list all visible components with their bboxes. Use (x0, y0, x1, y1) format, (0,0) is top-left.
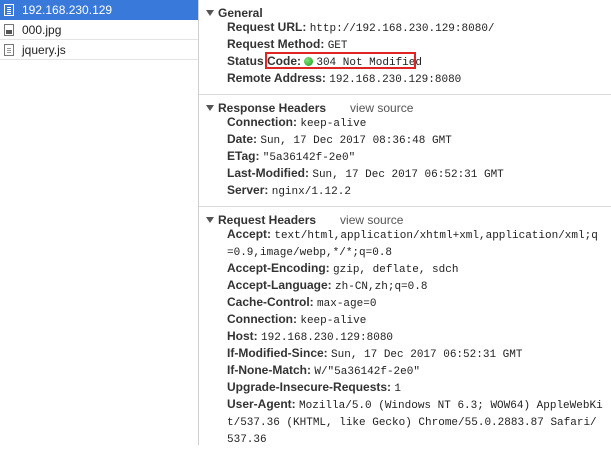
request-item-document[interactable]: 192.168.230.129 (0, 0, 198, 20)
header-key: Accept-Language: (227, 278, 332, 292)
highlight-box (265, 52, 416, 69)
response-headers-section: Response Headers view source Connection:… (199, 95, 611, 207)
header-key: Connection: (227, 312, 297, 326)
headers-panel: General Request URL: http://192.168.230.… (199, 0, 611, 446)
header-key: Date: (227, 132, 258, 146)
header-row: Request URL: http://192.168.230.129:8080… (199, 20, 611, 37)
header-key: If-Modified-Since: (227, 346, 328, 360)
view-source-link[interactable]: view source (340, 213, 403, 227)
header-key: Server: (227, 183, 269, 197)
header-value: text/html,application/xhtml+xml,applicat… (227, 230, 598, 259)
request-headers-header[interactable]: Request Headers view source (199, 212, 611, 227)
response-headers-header[interactable]: Response Headers view source (199, 100, 611, 115)
section-title: Response Headers (218, 100, 327, 115)
request-item-image[interactable]: 000.jpg (0, 20, 198, 40)
header-value: Sun, 17 Dec 2017 06:52:31 GMT (312, 169, 504, 181)
request-list: 192.168.230.129 000.jpg jquery.js (0, 0, 199, 445)
status-code-row: Status Code: 304 Not Modified (199, 52, 611, 71)
header-row: Date: Sun, 17 Dec 2017 08:36:48 GMT (199, 132, 611, 149)
header-value: 192.168.230.129:8080 (261, 332, 394, 344)
header-value: max-age=0 (317, 298, 377, 310)
header-row: ETag: "5a36142f-2e0" (199, 149, 611, 166)
script-file-icon (4, 43, 14, 56)
header-value: W/"5a36142f-2e0" (314, 366, 420, 378)
request-name: jquery.js (22, 42, 66, 57)
header-row: Accept-Language: zh-CN,zh;q=0.8 (199, 278, 611, 295)
header-key: Connection: (227, 115, 297, 129)
header-row: Accept: text/html,application/xhtml+xml,… (199, 227, 611, 261)
header-key: ETag: (227, 149, 260, 163)
header-value: 192.168.230.129:8080 (329, 74, 462, 86)
header-row: If-Modified-Since: Sun, 17 Dec 2017 06:5… (199, 346, 611, 363)
header-row: Server: nginx/1.12.2 (199, 183, 611, 200)
triangle-down-icon (206, 216, 214, 223)
header-key: Accept-Encoding: (227, 261, 330, 275)
header-key: Last-Modified: (227, 166, 309, 180)
header-key: Host: (227, 329, 258, 343)
header-key: Cache-Control: (227, 295, 314, 309)
header-key: If-None-Match: (227, 363, 311, 377)
section-title: General (218, 5, 263, 20)
header-key: Request URL: (227, 20, 307, 34)
request-item-script[interactable]: jquery.js (0, 40, 198, 60)
request-name: 000.jpg (22, 22, 62, 37)
header-value: gzip, deflate, sdch (333, 264, 459, 276)
triangle-down-icon (206, 104, 214, 111)
header-row: Remote Address: 192.168.230.129:8080 (199, 71, 611, 88)
header-value: Sun, 17 Dec 2017 06:52:31 GMT (331, 349, 523, 361)
document-icon (4, 3, 14, 16)
header-key: Accept: (227, 227, 272, 241)
header-key: Upgrade-Insecure-Requests: (227, 380, 392, 394)
header-row: Connection: keep-alive (199, 115, 611, 132)
request-name: 192.168.230.129 (22, 2, 113, 17)
triangle-down-icon (206, 9, 214, 16)
header-key: Remote Address: (227, 71, 326, 85)
header-row: Host: 192.168.230.129:8080 (199, 329, 611, 346)
header-value: keep-alive (300, 315, 367, 327)
header-row: Upgrade-Insecure-Requests: 1 (199, 380, 611, 397)
header-value: GET (327, 40, 348, 52)
image-file-icon (4, 23, 14, 36)
header-value: keep-alive (300, 118, 367, 130)
header-value: nginx/1.12.2 (271, 186, 351, 198)
header-value: 1 (394, 383, 401, 395)
request-headers-section: Request Headers view source Accept: text… (199, 207, 611, 454)
section-title: Request Headers (218, 212, 317, 227)
header-value: http://192.168.230.129:8080/ (309, 23, 495, 35)
header-key: User-Agent: (227, 397, 296, 411)
header-row: Last-Modified: Sun, 17 Dec 2017 06:52:31… (199, 166, 611, 183)
header-row: User-Agent: Mozilla/5.0 (Windows NT 6.3;… (199, 397, 611, 448)
header-value: "5a36142f-2e0" (262, 152, 356, 164)
header-row: Accept-Encoding: gzip, deflate, sdch (199, 261, 611, 278)
general-section: General Request URL: http://192.168.230.… (199, 0, 611, 95)
header-row: Connection: keep-alive (199, 312, 611, 329)
header-value: zh-CN,zh;q=0.8 (335, 281, 428, 293)
view-source-link[interactable]: view source (350, 101, 413, 115)
header-row: Cache-Control: max-age=0 (199, 295, 611, 312)
header-row: If-None-Match: W/"5a36142f-2e0" (199, 363, 611, 380)
header-value: Sun, 17 Dec 2017 08:36:48 GMT (260, 135, 452, 147)
general-header[interactable]: General (199, 5, 611, 20)
header-key: Request Method: (227, 37, 325, 51)
